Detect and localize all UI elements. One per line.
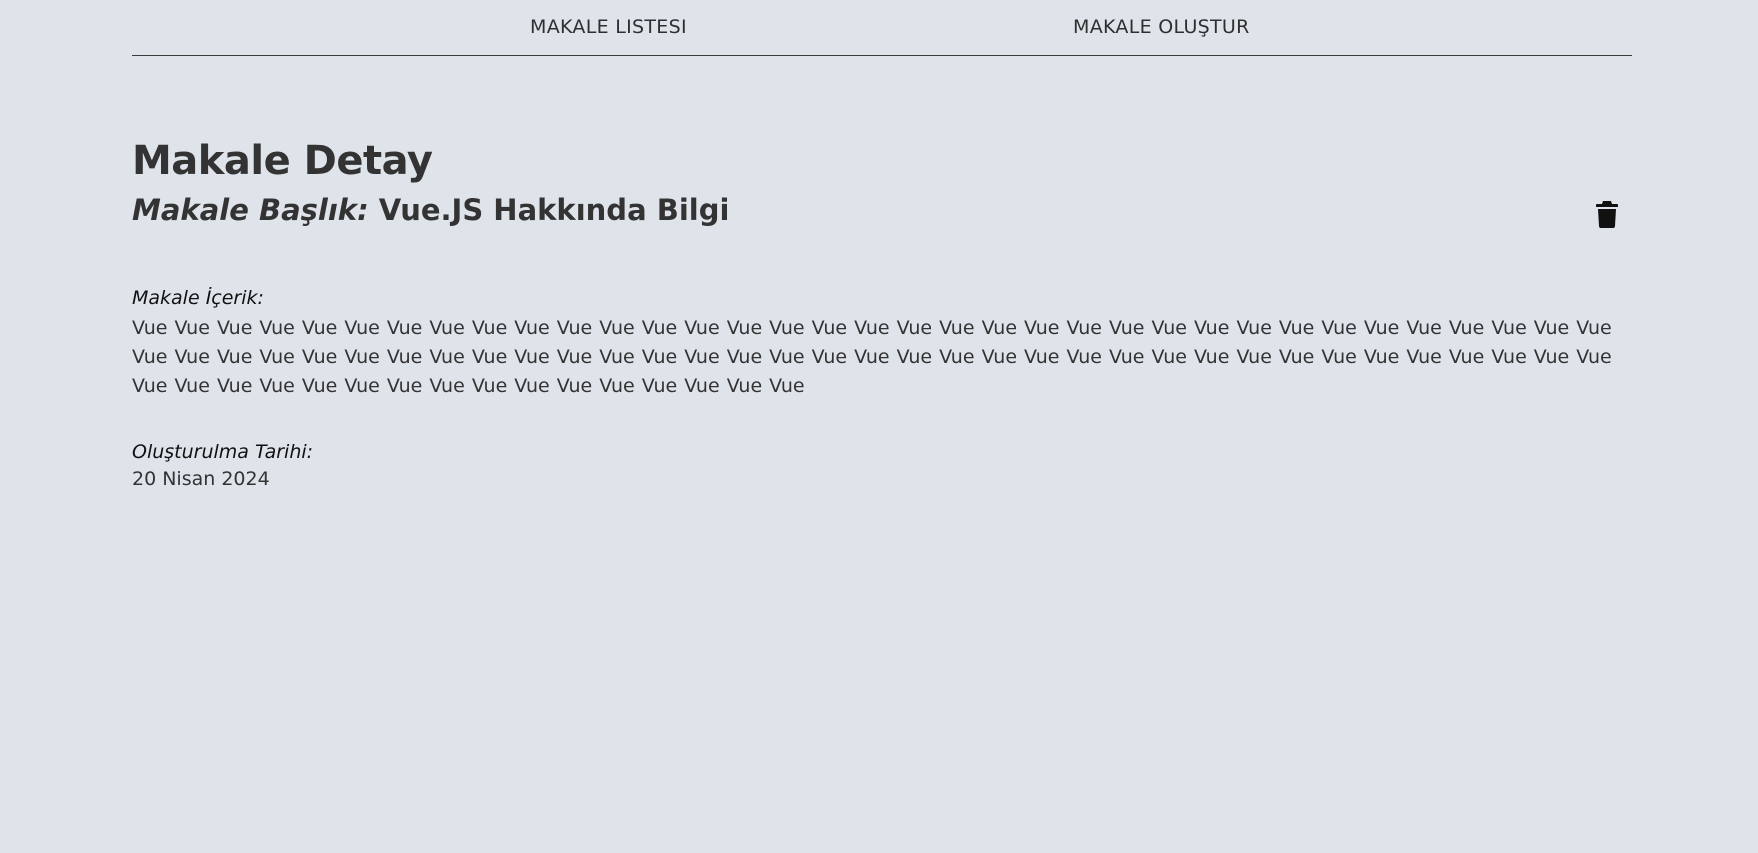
created-date-value: 20 Nisan 2024 [132, 468, 270, 490]
nav-link-article-list[interactable]: MAKALE LISTESI [530, 16, 687, 38]
article-title-heading: Makale Başlık: Vue.JS Hakkında Bilgi [132, 193, 729, 227]
created-date-label: Oluşturulma Tarihi: [132, 441, 314, 463]
article-title-value: Vue.JS Hakkında Bilgi [378, 193, 730, 227]
article-title-label: Makale Başlık: [132, 193, 369, 227]
delete-article-button[interactable] [1596, 200, 1618, 228]
nav-link-create-article[interactable]: MAKALE OLUŞTUR [1073, 16, 1250, 38]
content-label: Makale İçerik: [132, 287, 264, 309]
trash-icon [1596, 201, 1618, 228]
article-content: Vue Vue Vue Vue Vue Vue Vue Vue Vue Vue … [132, 317, 1612, 397]
top-navigation: MAKALE LISTESI MAKALE OLUŞTUR [132, 0, 1632, 56]
page-title: Makale Detay [132, 138, 433, 184]
